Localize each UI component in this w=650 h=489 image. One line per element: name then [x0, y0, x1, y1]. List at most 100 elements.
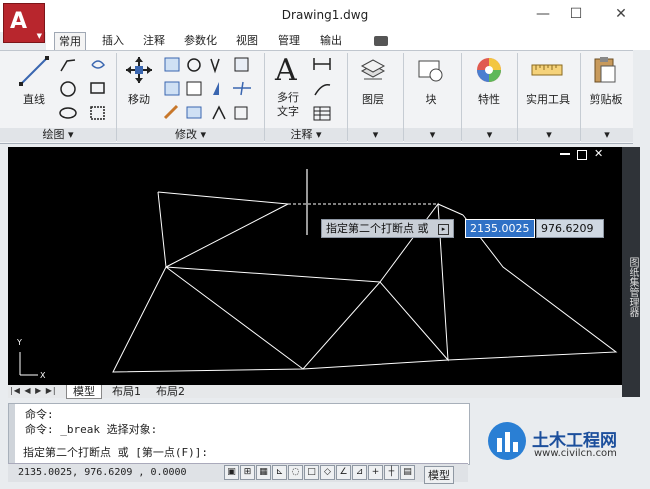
- move-tool-label: 移动: [128, 93, 150, 106]
- viewport-close-icon[interactable]: ✕: [594, 147, 603, 160]
- tab-model[interactable]: 模型: [66, 385, 102, 399]
- modify-small-tools[interactable]: [163, 55, 261, 123]
- utilities-label: 实用工具: [526, 93, 570, 106]
- tab-view[interactable]: 视图: [232, 32, 262, 50]
- tab-insert[interactable]: 插入: [98, 32, 128, 50]
- line-segment: [437, 203, 464, 216]
- tab-manage[interactable]: 管理: [274, 32, 304, 50]
- ribbon: 直线 移动 A 多行 文字 图层 块 特性 实用工具 剪贴板 绘图 ▾ 修改 ▾…: [0, 50, 633, 144]
- tab-annotate[interactable]: 注释: [139, 32, 169, 50]
- annotation-small-tools[interactable]: [312, 55, 340, 123]
- tab-parametric[interactable]: 参数化: [180, 32, 221, 50]
- line-segment: [157, 191, 289, 205]
- command-history-line: 命令: _break 选择对象:: [25, 423, 158, 436]
- maximize-button[interactable]: ☐: [561, 6, 591, 22]
- layers-icon[interactable]: [358, 55, 388, 85]
- polar-tracking-toggle[interactable]: ◌: [288, 465, 303, 480]
- status-bar: 2135.0025, 976.6209 , 0.0000 ▣ ⊞ ▦ ⊾ ◌ □…: [8, 463, 468, 484]
- dynamic-input-prompt-text: 指定第二个打断点 或: [326, 222, 429, 235]
- properties-icon[interactable]: [474, 55, 504, 85]
- site-watermark: 土木工程网 www.civilcn.com: [486, 420, 636, 466]
- scale-icon: [186, 81, 202, 96]
- dynamic-input-prompt: 指定第二个打断点 或 ▸: [321, 219, 454, 238]
- line-segment: [165, 203, 289, 268]
- utilities-icon[interactable]: [530, 59, 564, 83]
- dynamic-input-toggle[interactable]: +: [368, 465, 383, 480]
- panel-title-annotation[interactable]: 注释 ▾: [265, 128, 347, 142]
- dynamic-input-x-field[interactable]: 2135.0025: [465, 219, 535, 238]
- object-snap-toggle[interactable]: □: [304, 465, 319, 480]
- panel-expand-utilities[interactable]: ▾: [518, 128, 580, 142]
- rectangle-icon: [90, 82, 105, 94]
- explode-icon: [233, 81, 251, 96]
- panel-title-draw[interactable]: 绘图 ▾: [0, 128, 116, 142]
- command-window-grip[interactable]: [9, 404, 15, 464]
- watermark-logo-icon: [488, 422, 526, 460]
- ucs-y-label: Y: [16, 338, 22, 347]
- drawing-viewport[interactable]: Y X ✕ 指定第二个打断点 或 ▸ 2135.0025 976.6209: [8, 147, 622, 385]
- offset-icon: [212, 105, 226, 120]
- line-tool-icon[interactable]: [18, 55, 50, 87]
- viewport-restore-icon[interactable]: [577, 150, 587, 160]
- panel-expand-clipboard[interactable]: ▾: [581, 128, 633, 142]
- layers-label: 图层: [362, 93, 384, 106]
- hatch-icon: [90, 106, 105, 120]
- panel-title-modify[interactable]: 修改 ▾: [117, 128, 264, 142]
- palette-label: 图纸集管理器: [627, 257, 638, 317]
- ribbon-tab-bar: 常用 插入 注释 参数化 视图 管理 输出: [46, 32, 650, 51]
- clipboard-icon[interactable]: [592, 55, 618, 85]
- polyline-icon: [60, 59, 76, 72]
- quick-properties-toggle[interactable]: ▤: [400, 465, 415, 480]
- close-button[interactable]: ✕: [606, 6, 636, 22]
- tab-options-icon[interactable]: [374, 36, 388, 46]
- block-icon[interactable]: [416, 55, 446, 85]
- tab-layout2[interactable]: 布局2: [152, 385, 189, 398]
- tab-layout1[interactable]: 布局1: [108, 385, 145, 398]
- erase-icon: [163, 104, 179, 120]
- tab-home[interactable]: 常用: [54, 32, 86, 51]
- layer-copy-icon: [234, 57, 249, 72]
- command-window[interactable]: 命令: 命令: _break 选择对象: 指定第二个打断点 或 [第一点(F)]…: [8, 403, 470, 465]
- panel-expand-layers[interactable]: ▾: [348, 128, 403, 142]
- text-a-icon[interactable]: A: [275, 53, 297, 88]
- viewport-minimize-icon[interactable]: [560, 153, 570, 155]
- options-arrow-icon[interactable]: ▸: [438, 223, 449, 235]
- ucs-x-label: X: [40, 371, 46, 380]
- ellipse-icon: [59, 107, 77, 119]
- tab-output[interactable]: 输出: [316, 32, 346, 50]
- infer-constraints-toggle[interactable]: ▣: [224, 465, 239, 480]
- command-prompt-line[interactable]: 指定第二个打断点 或 [第一点(F)]:: [23, 444, 208, 460]
- ortho-mode-toggle[interactable]: ⊾: [272, 465, 287, 480]
- rotate-icon: [187, 58, 201, 72]
- fillet-icon: [234, 106, 248, 120]
- leader-icon: [314, 83, 331, 96]
- clipboard-label: 剪贴板: [589, 93, 623, 106]
- dimension-icon: [313, 58, 331, 70]
- arc-icon: [91, 60, 105, 69]
- watermark-url: www.civilcn.com: [534, 448, 617, 459]
- sheet-set-manager-palette[interactable]: 图纸集管理器: [622, 147, 640, 397]
- minimize-button[interactable]: —: [528, 6, 558, 22]
- ucs-icon: [19, 352, 38, 376]
- panel-expand-properties[interactable]: ▾: [462, 128, 517, 142]
- draw-small-tools[interactable]: [58, 55, 110, 123]
- line-tool-label: 直线: [23, 93, 45, 106]
- drawing-canvas[interactable]: Y X: [8, 147, 622, 385]
- snap-mode-toggle[interactable]: ⊞: [240, 465, 255, 480]
- copy-icon: [164, 57, 180, 72]
- table-icon: [313, 106, 331, 121]
- dynamic-ucs-toggle[interactable]: ⊿: [352, 465, 367, 480]
- 3d-object-snap-toggle[interactable]: ◇: [320, 465, 335, 480]
- lineweight-toggle[interactable]: ┼: [384, 465, 399, 480]
- panel-expand-block[interactable]: ▾: [404, 128, 461, 142]
- circle-icon: [60, 81, 76, 97]
- dynamic-input-y-field[interactable]: 976.6209: [536, 219, 604, 238]
- layout-tab-nav-arrows[interactable]: |◀ ◀ ▶ ▶|: [10, 386, 57, 395]
- model-space-button[interactable]: 模型: [424, 466, 454, 484]
- move-tool-icon[interactable]: [124, 55, 154, 85]
- grid-display-toggle[interactable]: ▦: [256, 465, 271, 480]
- mtext-label-2: 文字: [277, 105, 299, 118]
- layout-tab-bar: |◀ ◀ ▶ ▶| 模型 布局1 布局2: [8, 385, 622, 399]
- array-icon: [186, 106, 202, 119]
- object-snap-tracking-toggle[interactable]: ∠: [336, 465, 351, 480]
